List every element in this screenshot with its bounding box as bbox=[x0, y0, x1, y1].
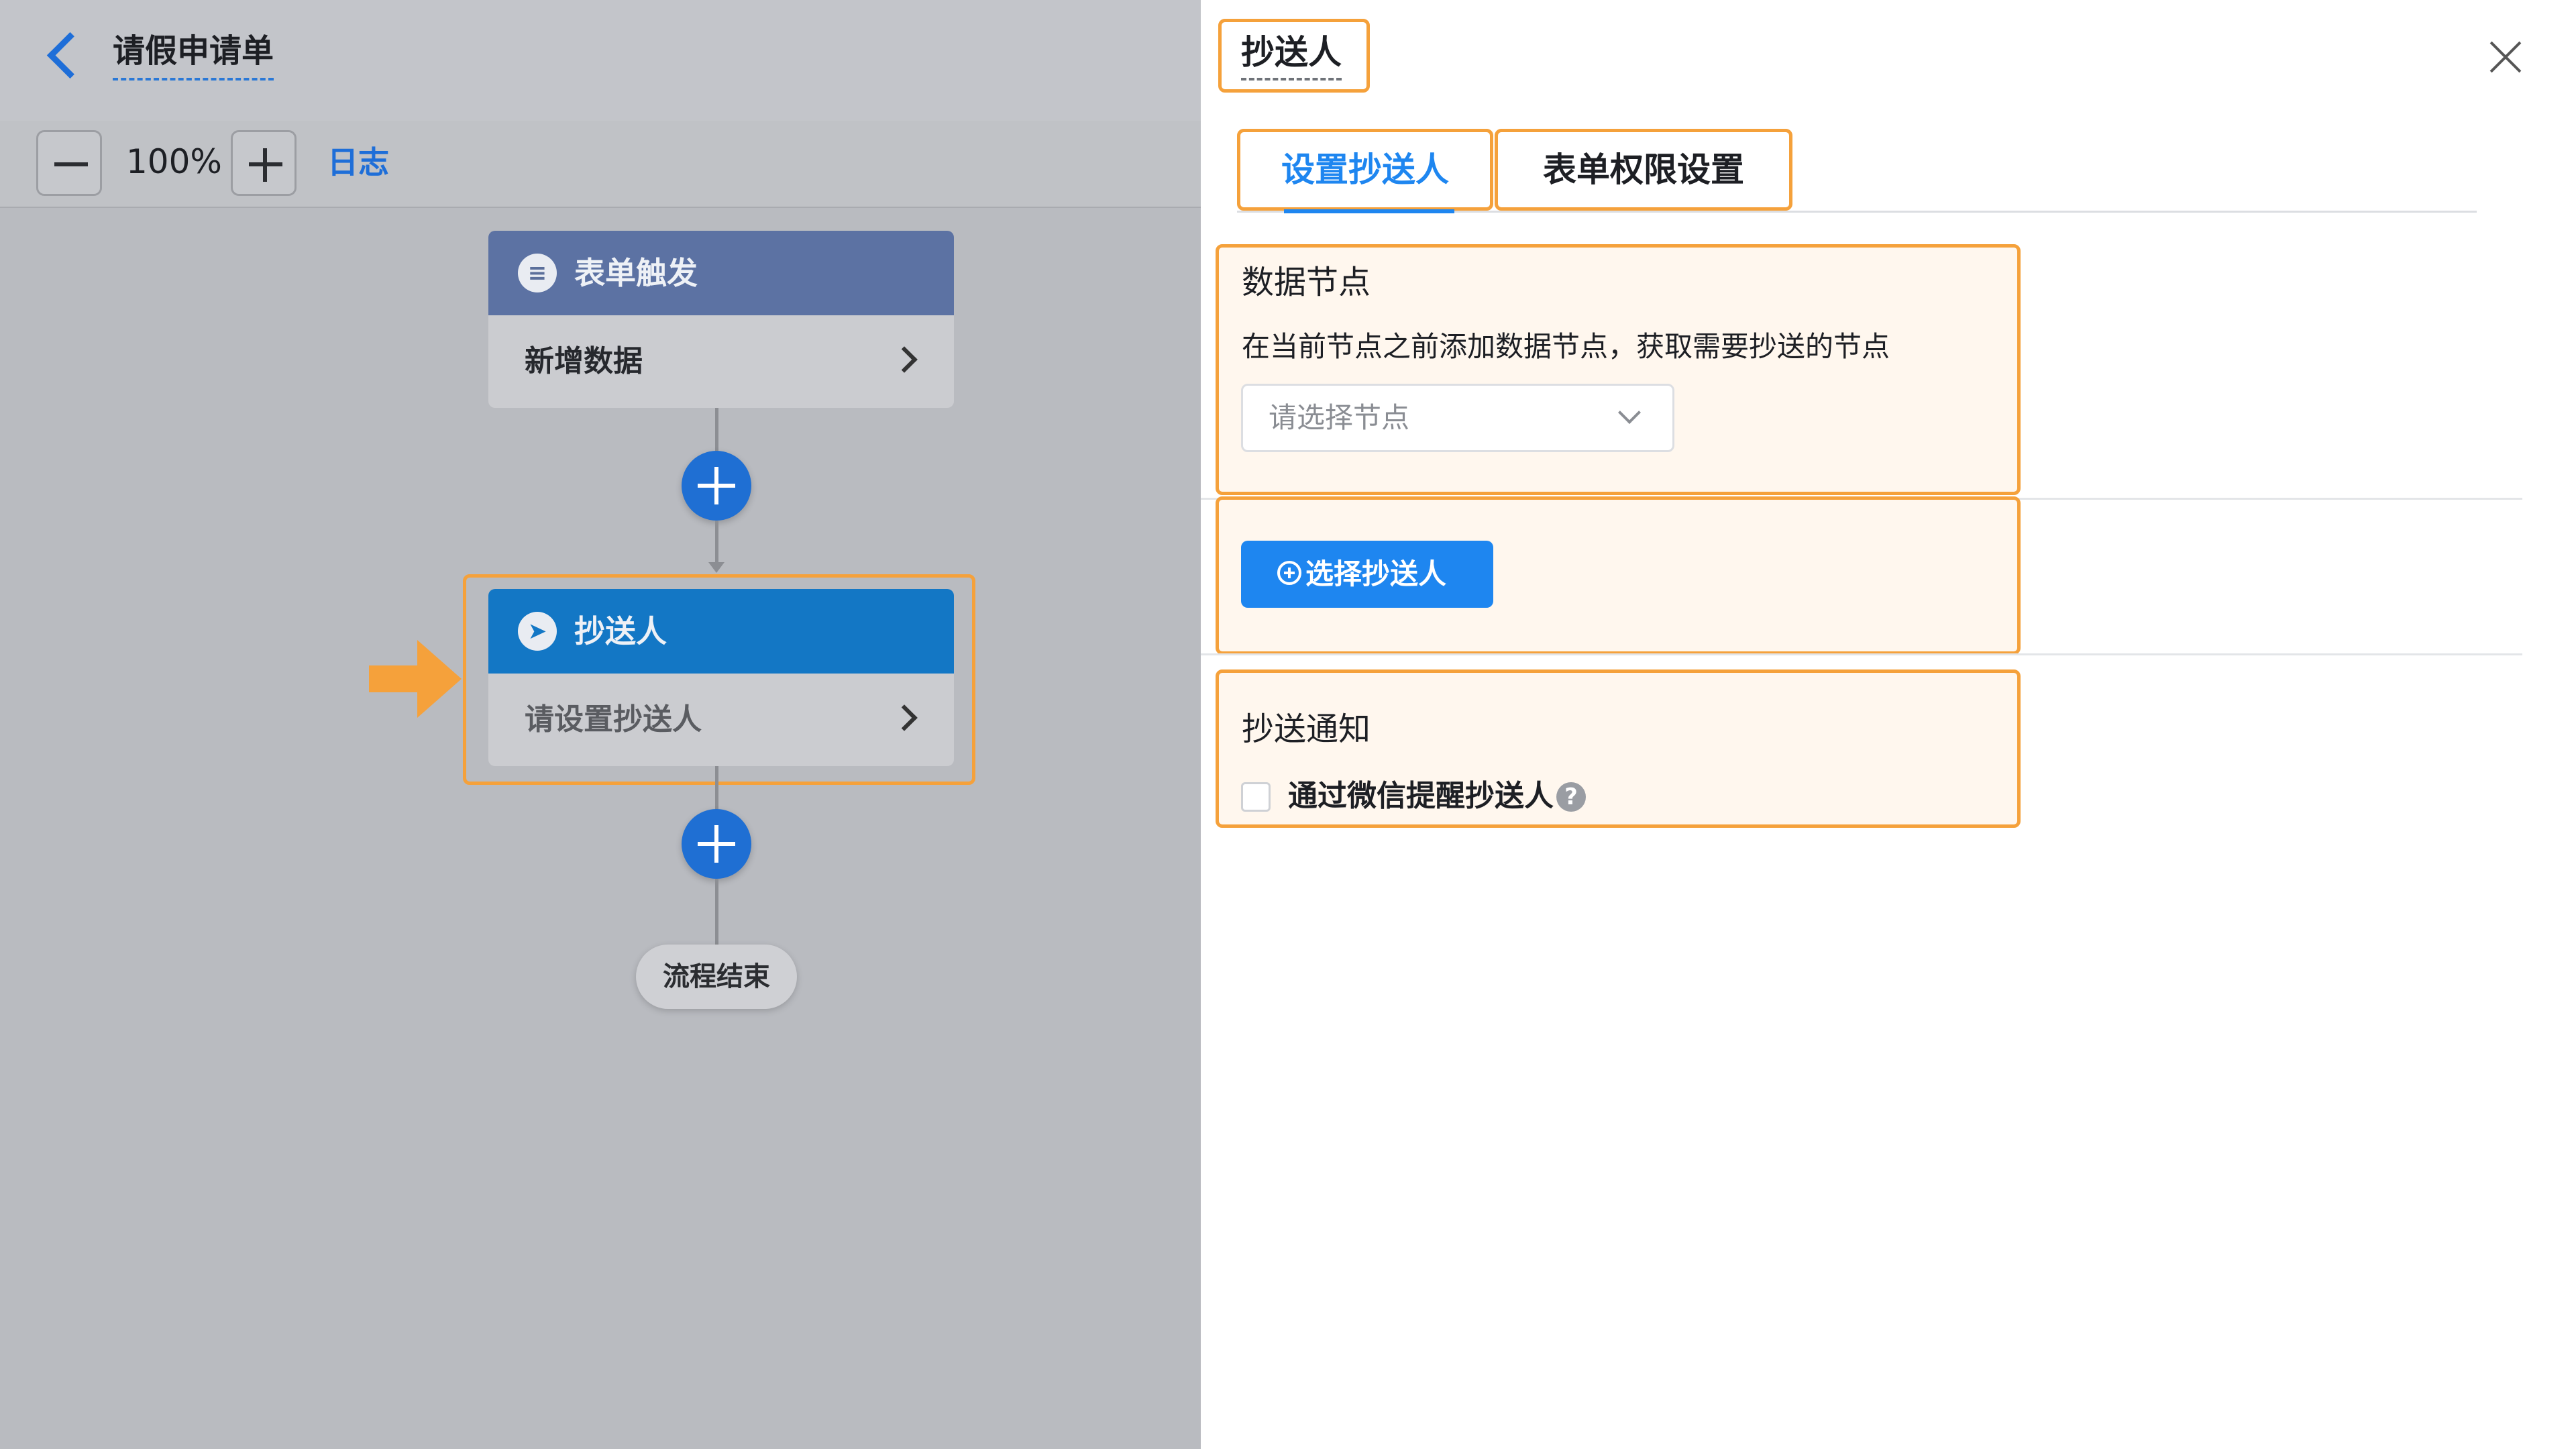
zoom-level: 100% bbox=[126, 142, 222, 181]
select-cc-button[interactable]: 选择抄送人 bbox=[1241, 541, 1493, 608]
help-icon[interactable]: ? bbox=[1556, 782, 1586, 812]
page-title[interactable]: 请假申请单 bbox=[113, 31, 274, 80]
chevron-right-icon bbox=[891, 346, 918, 373]
add-node-button[interactable] bbox=[682, 451, 751, 521]
trigger-node-header: ≡ 表单触发 bbox=[488, 231, 954, 315]
wechat-notify-label[interactable]: 通过微信提醒抄送人 bbox=[1288, 775, 1554, 817]
add-node-button[interactable] bbox=[682, 809, 751, 879]
zoom-in-button[interactable] bbox=[231, 130, 297, 196]
form-icon: ≡ bbox=[518, 254, 557, 292]
trigger-node-title: 表单触发 bbox=[574, 255, 698, 291]
section-divider bbox=[1201, 653, 2522, 655]
node-select[interactable]: 请选择节点 bbox=[1241, 384, 1674, 452]
cc-node-body[interactable]: 请设置抄送人 bbox=[488, 674, 954, 766]
trigger-node-text: 新增数据 bbox=[525, 344, 643, 378]
data-node-description: 在当前节点之前添加数据节点，获取需要抄送的节点 bbox=[1242, 330, 1890, 363]
wechat-notify-checkbox[interactable] bbox=[1241, 782, 1271, 812]
chevron-right-icon bbox=[891, 704, 918, 731]
connector-line bbox=[715, 766, 718, 810]
tab-set-cc[interactable]: 设置抄送人 bbox=[1237, 129, 1493, 211]
data-node-section: 数据节点 在当前节点之前添加数据节点，获取需要抄送的节点 bbox=[1216, 244, 2021, 495]
zoom-out-button[interactable] bbox=[36, 130, 102, 196]
cc-node-title: 抄送人 bbox=[574, 613, 667, 649]
data-node-title: 数据节点 bbox=[1242, 264, 1371, 301]
panel-title[interactable]: 抄送人 bbox=[1241, 31, 1342, 80]
notify-title: 抄送通知 bbox=[1242, 710, 1371, 748]
cc-node-text: 请设置抄送人 bbox=[525, 702, 702, 737]
cc-node-header: ➤ 抄送人 bbox=[488, 589, 954, 674]
log-link[interactable]: 日志 bbox=[327, 142, 389, 182]
connector-line bbox=[715, 879, 718, 946]
chevron-down-icon bbox=[1618, 401, 1641, 424]
close-icon[interactable] bbox=[2487, 39, 2524, 75]
active-tab-indicator bbox=[1284, 209, 1454, 213]
cc-node[interactable]: ➤ 抄送人 请设置抄送人 bbox=[488, 589, 954, 766]
select-cc-label: 选择抄送人 bbox=[1305, 557, 1447, 590]
minus-icon bbox=[54, 162, 88, 166]
pointer-arrow-icon bbox=[369, 640, 462, 718]
send-icon: ➤ bbox=[518, 612, 557, 651]
trigger-node[interactable]: ≡ 表单触发 新增数据 bbox=[488, 231, 954, 408]
node-select-placeholder: 请选择节点 bbox=[1269, 401, 1410, 434]
tab-form-permissions[interactable]: 表单权限设置 bbox=[1495, 129, 1792, 211]
trigger-node-body[interactable]: 新增数据 bbox=[488, 315, 954, 408]
connector-line bbox=[715, 521, 718, 568]
flow-end-node: 流程结束 bbox=[636, 945, 797, 1009]
plus-circle-icon bbox=[1277, 561, 1301, 585]
arrow-down-icon bbox=[708, 562, 724, 573]
